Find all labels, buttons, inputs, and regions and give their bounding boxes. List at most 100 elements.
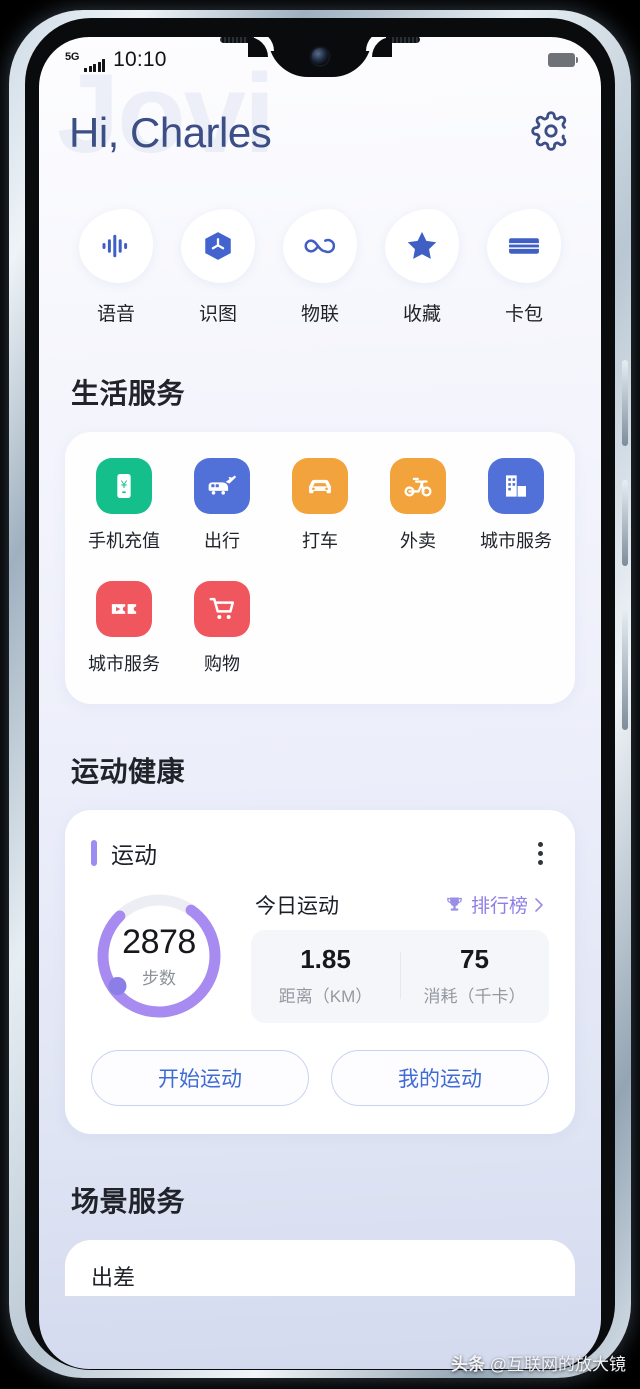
settings-button[interactable]	[531, 110, 571, 156]
screenshot-stage: 5G 10:10 Jovi Hi, Charles 语音 识图 物联 收藏 卡包…	[0, 0, 640, 1389]
life-services-card: ¥ 手机充值 出行 打车 外卖 城市服务 城市服务 购物	[65, 432, 575, 704]
accent-bar	[91, 840, 97, 866]
svg-text:¥: ¥	[120, 479, 128, 491]
battery-icon	[548, 53, 578, 67]
car-icon	[309, 479, 331, 494]
section-title-sport-health: 运动健康	[71, 756, 186, 787]
sport-card-title: 运动	[111, 842, 157, 868]
gear-icon	[531, 110, 567, 151]
today-row: 今日运动 排行榜	[251, 890, 549, 930]
service-icon-bg	[488, 458, 544, 514]
steps-progress-ring: 2878 步数	[91, 888, 227, 1024]
quick-action-card-wallet[interactable]: 卡包	[481, 209, 567, 326]
scene-services-card[interactable]: 出差	[65, 1240, 575, 1296]
quick-action-label: 收藏	[402, 304, 441, 325]
service-taxi[interactable]: 打车	[271, 458, 369, 553]
stat-value: 1.85	[300, 943, 351, 974]
trophy-icon	[447, 897, 462, 911]
quick-action-icon-bg	[181, 209, 255, 283]
quick-action-label: 卡包	[504, 304, 543, 325]
watermark-handle: @互联网的放大镜	[489, 1355, 626, 1374]
sport-stats-panel: 1.85 距离（KM） 75 消耗（千卡）	[251, 929, 549, 1023]
sport-card: 运动 2878 步数 今日运动 排行榜 1.85 距离（KM） 75 消耗（千卡…	[65, 810, 575, 1134]
image-watermark: 头条 @互联网的放大镜	[451, 1350, 626, 1375]
status-bar-right	[548, 53, 578, 67]
city-buildings-icon	[506, 475, 526, 497]
stat-value: 75	[460, 943, 489, 974]
scooter-icon	[404, 477, 432, 497]
service-icon-bg	[96, 581, 152, 637]
quick-action-icon-bg	[487, 209, 561, 283]
shopping-cart-icon	[209, 597, 235, 619]
service-icon-bg	[292, 458, 348, 514]
quick-action-label: 物联	[300, 304, 339, 325]
card-wallet-icon	[509, 238, 539, 254]
phone-frame: 5G 10:10 Jovi Hi, Charles 语音 识图 物联 收藏 卡包…	[9, 10, 631, 1378]
quick-action-favorites[interactable]: 收藏	[379, 209, 465, 326]
service-label: 打车	[302, 531, 338, 551]
service-icon-bg	[194, 581, 250, 637]
steps-readout: 2878 步数	[91, 888, 227, 1024]
volume-down-button[interactable]	[622, 480, 628, 566]
service-label: 外卖	[400, 531, 436, 551]
volume-up-button[interactable]	[622, 360, 628, 446]
status-bar-left: 5G 10:10	[65, 48, 167, 72]
quick-action-image-recognition[interactable]: 识图	[175, 209, 261, 326]
sport-card-body: 2878 步数 今日运动 排行榜 1.85 距离（KM） 75 消耗（千卡）	[91, 888, 549, 1024]
sport-card-header: 运动	[91, 836, 549, 870]
service-movie-city[interactable]: 城市服务	[75, 581, 173, 676]
life-services-grid: ¥ 手机充值 出行 打车 外卖 城市服务 城市服务 购物	[65, 432, 575, 704]
waveform-icon	[102, 234, 128, 258]
quick-action-iot[interactable]: 物联	[277, 209, 363, 326]
leaderboard-link[interactable]: 排行榜	[444, 891, 545, 918]
watermark-brand: 头条	[451, 1355, 485, 1374]
stat-calories: 75 消耗（千卡）	[400, 944, 549, 1007]
service-label: 城市服务	[480, 531, 552, 551]
power-button[interactable]	[622, 610, 628, 730]
status-bar: 5G 10:10	[39, 37, 601, 83]
phone-recharge-icon: ¥	[117, 474, 131, 498]
service-icon-bg: ¥	[96, 458, 152, 514]
scene-services-item-label: 出差	[91, 1265, 136, 1290]
stat-distance: 1.85 距离（KM）	[251, 944, 400, 1007]
infinity-icon	[304, 238, 336, 254]
service-label: 购物	[204, 654, 240, 674]
start-exercise-button[interactable]: 开始运动	[91, 1050, 309, 1106]
service-label: 城市服务	[88, 654, 160, 674]
steps-label: 步数	[142, 969, 176, 988]
stat-label: 距离（KM）	[278, 986, 373, 1006]
service-travel[interactable]: 出行	[173, 458, 271, 553]
today-label: 今日运动	[255, 894, 339, 918]
service-shopping[interactable]: 购物	[173, 581, 271, 676]
section-title-scene-services: 场景服务	[71, 1186, 186, 1217]
status-clock: 10:10	[113, 48, 167, 71]
service-food-delivery[interactable]: 外卖	[369, 458, 467, 553]
signal-strength-icon	[84, 59, 106, 72]
kebab-menu-icon[interactable]	[532, 838, 549, 869]
service-icon-bg	[390, 458, 446, 514]
train-plane-icon	[208, 475, 237, 495]
stat-label: 消耗（千卡）	[423, 986, 526, 1006]
quick-action-voice[interactable]: 语音	[73, 209, 159, 326]
page-scroll[interactable]: Jovi Hi, Charles 语音 识图 物联 收藏 卡包 生活服务 ¥ 手…	[39, 51, 601, 1296]
quick-action-icon-bg	[385, 209, 459, 283]
quick-action-icon-bg	[283, 209, 357, 283]
sport-card-actions: 开始运动 我的运动	[91, 1050, 549, 1106]
chevron-right-icon	[535, 897, 543, 912]
star-icon	[407, 231, 437, 259]
service-icon-bg	[194, 458, 250, 514]
service-phone-recharge[interactable]: ¥ 手机充值	[75, 458, 173, 553]
sport-stats-column: 今日运动 排行榜 1.85 距离（KM） 75 消耗（千卡）	[251, 890, 549, 1023]
service-label: 手机充值	[88, 531, 160, 551]
greeting-title: Hi, Charles	[69, 109, 272, 156]
leaderboard-label: 排行榜	[470, 896, 528, 917]
cube-icon	[205, 232, 231, 260]
section-title-life-services: 生活服务	[71, 378, 186, 409]
quick-action-label: 语音	[96, 304, 135, 325]
my-exercise-button[interactable]: 我的运动	[331, 1050, 549, 1106]
app-header: Jovi Hi, Charles	[39, 51, 601, 176]
quick-actions-row: 语音 识图 物联 收藏 卡包	[39, 165, 601, 326]
steps-value: 2878	[122, 923, 196, 961]
service-city-services[interactable]: 城市服务	[467, 458, 565, 553]
network-type-label: 5G	[65, 51, 80, 63]
